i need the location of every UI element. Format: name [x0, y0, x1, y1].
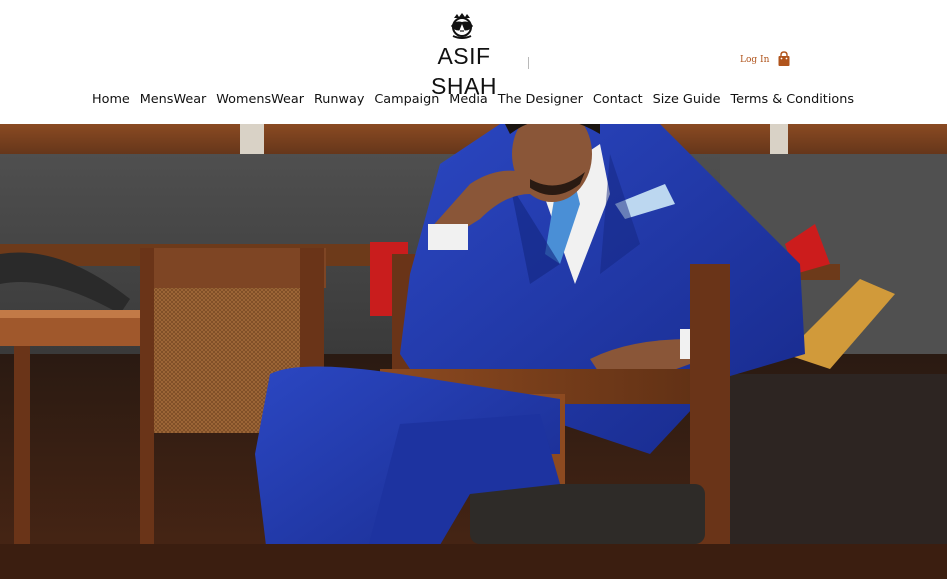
site-header: ASIF SHAH Log In Home MensWear WomensWea… — [0, 0, 947, 124]
page: ASIF SHAH Log In Home MensWear WomensWea… — [0, 0, 947, 579]
hero-photo — [0, 124, 947, 579]
nav-item-size-guide[interactable]: Size Guide — [653, 89, 721, 111]
nav-item-campaign[interactable]: Campaign — [374, 89, 439, 111]
nav-item-menswear[interactable]: MensWear — [140, 89, 207, 111]
nav-item-media[interactable]: Media — [449, 89, 487, 111]
nav-item-terms-conditions[interactable]: Terms & Conditions — [730, 89, 854, 111]
main-nav: Home MensWear WomensWear Runway Campaign… — [92, 89, 854, 111]
nav-item-womenswear[interactable]: WomensWear — [216, 89, 304, 111]
nav-item-runway[interactable]: Runway — [314, 89, 364, 111]
nav-item-contact[interactable]: Contact — [593, 89, 643, 111]
brand-name[interactable]: ASIF SHAH — [404, 41, 524, 99]
shopping-bag-icon[interactable] — [777, 51, 791, 67]
login-link[interactable]: Log In — [740, 53, 769, 67]
brand-divider — [528, 57, 529, 69]
nav-item-home[interactable]: Home — [92, 89, 130, 111]
crest-emblem-icon[interactable] — [447, 12, 477, 40]
nav-item-the-designer[interactable]: The Designer — [498, 89, 583, 111]
